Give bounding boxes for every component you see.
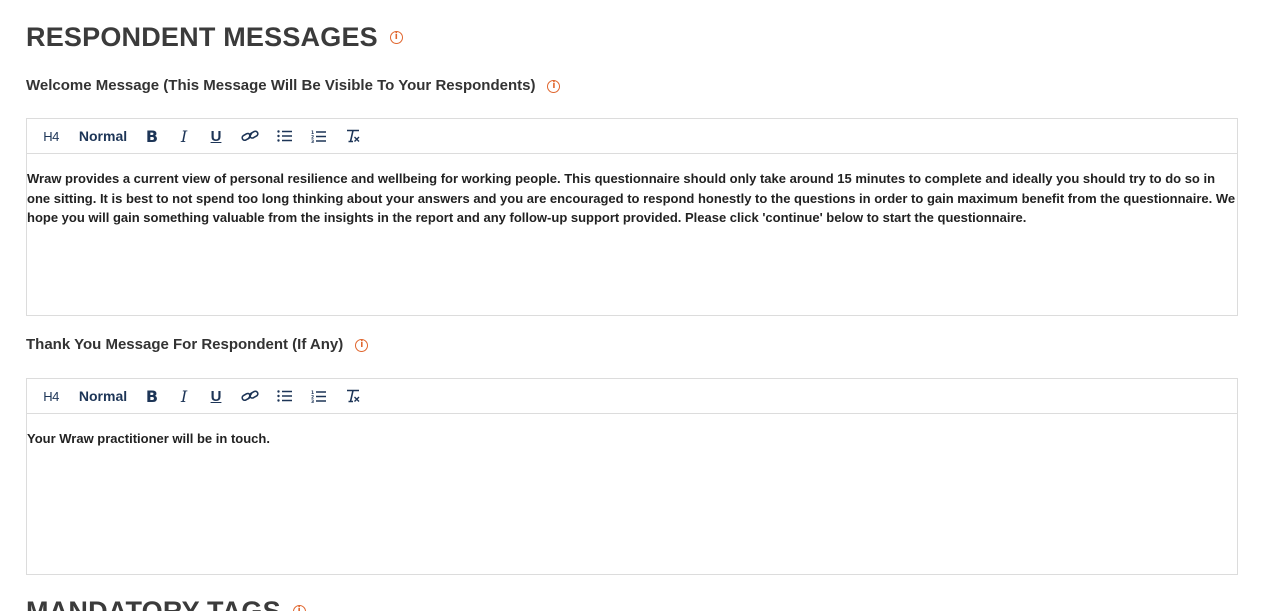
- numbered-list-icon[interactable]: 123: [311, 124, 327, 148]
- clear-format-icon[interactable]: [345, 124, 361, 148]
- info-icon[interactable]: i: [292, 604, 306, 611]
- format-select[interactable]: Normal: [79, 384, 127, 408]
- underline-button[interactable]: U: [209, 384, 223, 408]
- info-icon[interactable]: i: [355, 338, 369, 352]
- thank-you-message-label-text: Thank You Message For Respondent (If Any…: [26, 336, 344, 353]
- bullet-list-icon[interactable]: [277, 124, 293, 148]
- italic-button[interactable]: I: [177, 124, 191, 148]
- svg-text:3: 3: [311, 399, 314, 403]
- clear-format-icon[interactable]: [345, 384, 361, 408]
- section-title-text: RESPONDENT MESSAGES: [26, 22, 378, 52]
- info-icon[interactable]: i: [389, 30, 403, 44]
- thank-you-message-text[interactable]: Your Wraw practitioner will be in touch.: [27, 414, 1237, 449]
- numbered-list-icon[interactable]: 123: [311, 384, 327, 408]
- welcome-message-editor: H4 Normal B I U 123 Wraw provides a curr…: [26, 118, 1238, 316]
- format-select[interactable]: Normal: [79, 124, 127, 148]
- thank-you-message-label: Thank You Message For Respondent (If Any…: [26, 336, 369, 354]
- next-section-title: MANDATORY TAGS i: [26, 594, 306, 611]
- editor-toolbar: H4 Normal B I U 123: [27, 119, 1237, 154]
- welcome-message-text[interactable]: Wraw provides a current view of personal…: [27, 154, 1237, 228]
- bold-button[interactable]: B: [145, 384, 159, 408]
- welcome-message-label: Welcome Message (This Message Will Be Vi…: [26, 77, 561, 95]
- link-icon[interactable]: [241, 384, 259, 408]
- underline-button[interactable]: U: [209, 124, 223, 148]
- welcome-message-label-text: Welcome Message (This Message Will Be Vi…: [26, 77, 536, 94]
- bold-button[interactable]: B: [145, 124, 159, 148]
- heading-button[interactable]: H4: [41, 124, 61, 148]
- heading-button[interactable]: H4: [41, 384, 61, 408]
- next-section-title-text: MANDATORY TAGS: [26, 596, 281, 611]
- bullet-list-icon[interactable]: [277, 384, 293, 408]
- link-icon[interactable]: [241, 124, 259, 148]
- section-title: RESPONDENT MESSAGES i: [26, 20, 403, 54]
- italic-button[interactable]: I: [177, 384, 191, 408]
- respondent-messages-page: RESPONDENT MESSAGES i Welcome Message (T…: [0, 0, 1268, 611]
- editor-toolbar: H4 Normal B I U 123: [27, 379, 1237, 414]
- svg-text:3: 3: [311, 139, 314, 143]
- thank-you-message-editor: H4 Normal B I U 123 Your Wraw practition…: [26, 378, 1238, 575]
- info-icon[interactable]: i: [547, 79, 561, 93]
